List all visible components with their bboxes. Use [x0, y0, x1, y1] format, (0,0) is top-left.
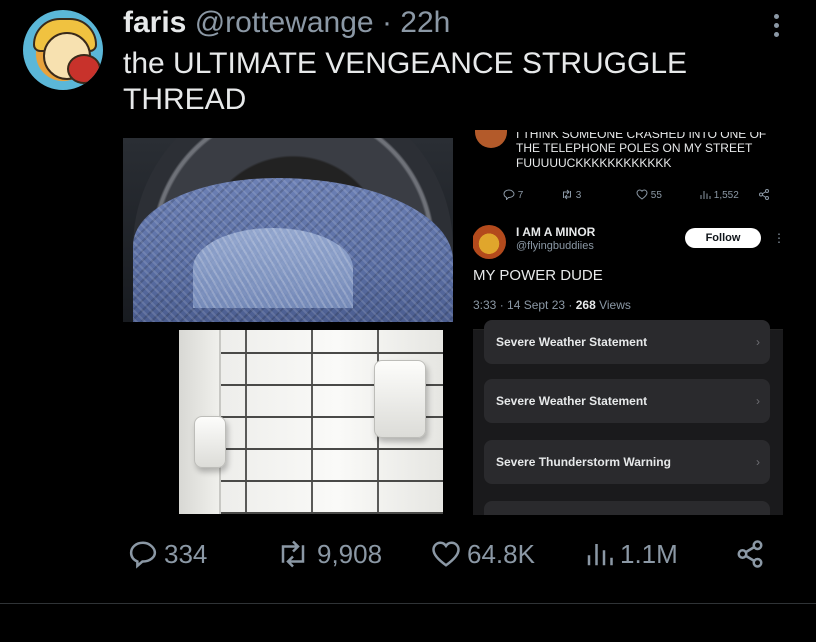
reply-button[interactable]: 334: [128, 532, 207, 576]
more-icon: ⋮: [773, 231, 783, 245]
like-count: 64.8K: [467, 538, 535, 569]
share-icon: [737, 540, 763, 568]
views-icon: [587, 544, 613, 566]
like-icon: [636, 189, 648, 200]
views-button[interactable]: 1.1M: [584, 532, 678, 576]
chevron-right-icon: ›: [756, 394, 760, 408]
share-button[interactable]: [735, 532, 765, 576]
follow-button: Follow: [685, 228, 761, 248]
previous-replies: 7: [503, 189, 523, 201]
media-image-tiles[interactable]: [179, 330, 443, 514]
repost-icon: [563, 189, 571, 200]
soap-holder-small: [194, 416, 226, 468]
soap-holder: [374, 360, 426, 438]
reply-icon: [503, 189, 515, 201]
reply-icon: [129, 541, 157, 569]
avatar-hat: [67, 54, 101, 84]
timestamp[interactable]: 22h: [400, 6, 450, 39]
repost-icon: [281, 540, 305, 568]
share-icon: [759, 189, 769, 200]
embedded-timestamp: 3:33 · 14 Sept 23 · 268 Views: [473, 298, 631, 312]
tweet-text: the ULTIMATE VENGEANCE STRUGGLE THREAD: [123, 47, 688, 116]
more-icon[interactable]: [766, 14, 786, 40]
repost-count: 9,908: [317, 538, 383, 569]
divider: [0, 603, 816, 604]
avatar[interactable]: [23, 10, 103, 90]
alerts-list: Severe Weather Statement › Severe Weather…: [473, 320, 783, 515]
embedded-body: MY POWER DUDE: [473, 267, 603, 284]
embedded-user-name: I AM A MINOR: [516, 225, 596, 239]
views-count: 1.1M: [620, 538, 678, 569]
action-bar: 334 9,908 64.8K 1.1M: [123, 532, 783, 576]
previous-likes: 55: [636, 189, 662, 201]
chevron-right-icon: ›: [756, 455, 760, 469]
author-handle[interactable]: @rottewange: [195, 6, 374, 39]
alert-item: Severe Weather Statement ›: [484, 379, 770, 423]
views-icon: [700, 191, 711, 199]
author-name[interactable]: faris: [123, 6, 186, 39]
embedded-avatar: [473, 225, 506, 259]
towel-highlight: [193, 228, 353, 308]
alert-item: Severe Weather Statement ›: [484, 320, 770, 364]
chevron-right-icon: ›: [756, 335, 760, 349]
separator: ·: [381, 6, 392, 39]
media-image-screenshot[interactable]: I THINK SOMEONE CRASHED INTO ONE OF THE …: [473, 130, 783, 515]
embedded-user-handle: @flyingbuddiies: [516, 240, 594, 252]
like-icon: [432, 541, 460, 567]
alert-item: [484, 501, 770, 515]
previous-tweet-text-cut: I THINK SOMEONE CRASHED INTO ONE OF: [516, 132, 767, 141]
reply-count: 334: [164, 538, 208, 569]
previous-views: 1,552: [699, 189, 739, 201]
tweet-header: faris @rottewange · 22h: [123, 6, 450, 40]
previous-reposts: 3: [561, 189, 581, 201]
media-image-laundry[interactable]: [123, 138, 453, 322]
previous-tweet-text: I THINK SOMEONE CRASHED INTO ONE OF THE …: [516, 132, 776, 171]
previous-avatar: [475, 130, 507, 148]
like-button[interactable]: 64.8K: [431, 532, 535, 576]
previous-share: [758, 189, 770, 203]
repost-button[interactable]: 9,908: [275, 532, 382, 576]
alert-item: Severe Thunderstorm Warning ›: [484, 440, 770, 484]
